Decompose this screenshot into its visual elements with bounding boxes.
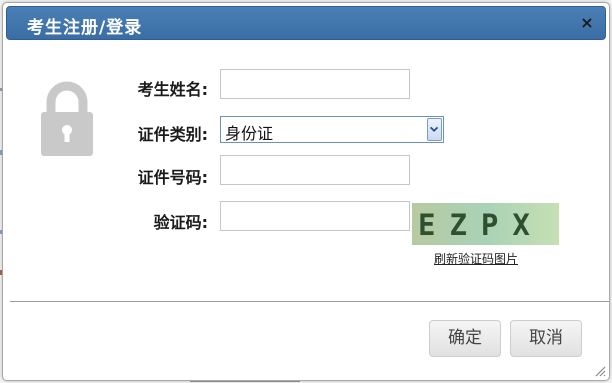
name-input[interactable] [220, 69, 410, 99]
id-type-select[interactable]: 身份证 [220, 116, 444, 143]
id-type-selected-value: 身份证 [225, 124, 274, 143]
close-icon[interactable]: × [579, 13, 595, 33]
captcha-text: EZPX [418, 208, 544, 242]
cancel-button[interactable]: 取消 [510, 320, 582, 357]
id-number-label: 证件号码: [137, 168, 208, 187]
resize-grip-icon[interactable] [594, 365, 606, 377]
chevron-down-icon[interactable] [427, 118, 442, 141]
dialog-title: 考生注册/登录 [27, 18, 143, 38]
lock-icon [41, 81, 93, 156]
captcha-label: 验证码: [153, 213, 208, 232]
footer-divider [10, 301, 609, 302]
captcha-input[interactable] [220, 201, 410, 231]
captcha-image[interactable]: EZPX [412, 203, 559, 245]
confirm-button[interactable]: 确定 [429, 320, 501, 357]
refresh-captcha-link[interactable]: 刷新验证码图片 [434, 250, 518, 267]
register-login-dialog: 考生注册/登录 × 考生姓名: 证件类别: 身份证 证件号码: 验证码: EZP… [2, 2, 610, 381]
dialog-title-bar[interactable]: 考生注册/登录 × [6, 6, 606, 40]
name-label: 考生姓名: [137, 80, 208, 99]
id-number-input[interactable] [220, 155, 410, 185]
id-type-label: 证件类别: [137, 125, 208, 144]
